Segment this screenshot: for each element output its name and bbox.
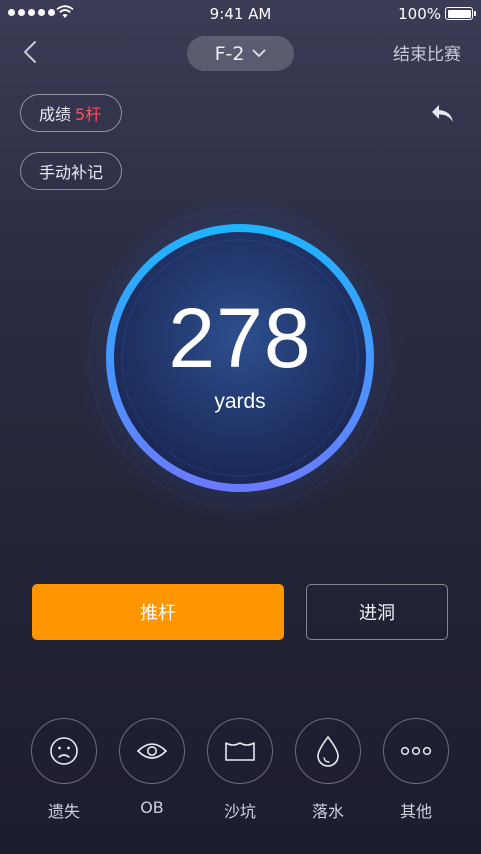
putt-button[interactable]: 推杆 (32, 584, 284, 640)
chevron-down-icon (253, 49, 266, 57)
hole-number: F-2 (214, 42, 245, 65)
battery-icon (445, 7, 476, 20)
score-value: 5杆 (75, 105, 102, 124)
penalty-ob[interactable]: OB (119, 718, 185, 817)
penalty-bunker-circle[interactable] (207, 718, 273, 784)
hole-in-button[interactable]: 进洞 (306, 584, 448, 640)
penalty-label: 落水 (311, 802, 344, 821)
sad-face-icon (50, 737, 78, 765)
distance-dial: 278 yards (70, 188, 410, 528)
manual-record-button[interactable]: 手动补记 (20, 152, 122, 190)
penalty-other[interactable]: 其他 (383, 718, 449, 822)
undo-icon[interactable] (429, 102, 457, 126)
end-match-button[interactable]: 结束比赛 (393, 40, 461, 65)
battery-percentage: 100% (398, 5, 441, 23)
penalty-label: OB (140, 798, 164, 817)
water-drop-icon (317, 735, 339, 767)
penalty-lost-ball-circle[interactable] (31, 718, 97, 784)
penalty-ob-circle[interactable] (119, 718, 185, 784)
penalty-water[interactable]: 落水 (295, 718, 361, 822)
distance-unit: yards (214, 390, 266, 413)
distance-value: 278 (168, 291, 312, 385)
penalty-label: 其他 (399, 802, 432, 821)
penalty-options: 遗失 OB 沙坑 落水 其他 (0, 718, 481, 828)
chevron-left-icon (24, 41, 36, 63)
score-badge: 成绩 5杆 (20, 94, 122, 132)
penalty-lost-ball[interactable]: 遗失 (31, 718, 97, 822)
status-bar: 9:41 AM 100% (0, 0, 481, 28)
more-icon (400, 746, 432, 756)
nav-bar: F-2 结束比赛 (0, 28, 481, 80)
penalty-label: 遗失 (47, 802, 80, 821)
penalty-water-circle[interactable] (295, 718, 361, 784)
bunker-icon (225, 742, 255, 761)
score-label: 成绩 (39, 105, 72, 124)
penalty-bunker[interactable]: 沙坑 (207, 718, 273, 822)
manual-record-label: 手动补记 (39, 163, 104, 182)
penalty-label: 沙坑 (223, 802, 256, 821)
back-button[interactable] (14, 36, 46, 68)
eye-icon (136, 743, 168, 759)
hole-selector[interactable]: F-2 (187, 36, 294, 71)
penalty-other-circle[interactable] (383, 718, 449, 784)
